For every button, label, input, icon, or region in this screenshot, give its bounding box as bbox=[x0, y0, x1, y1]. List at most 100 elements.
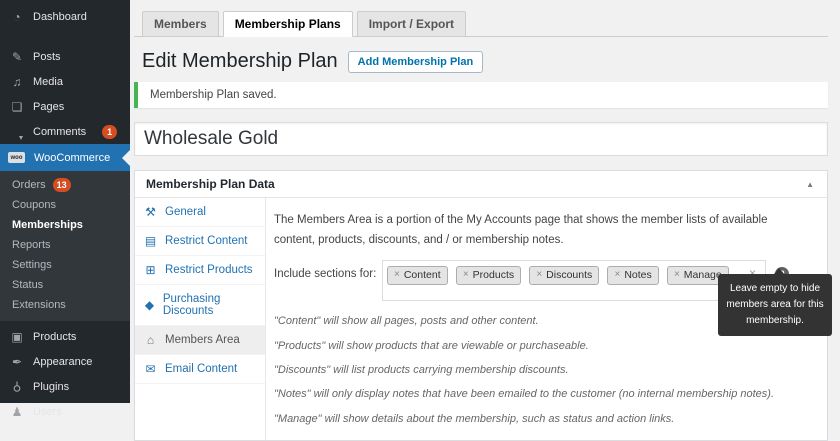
tab-general[interactable]: General bbox=[135, 198, 265, 227]
remove-tag-icon[interactable]: × bbox=[614, 270, 620, 280]
tag-label: Discounts bbox=[546, 269, 592, 281]
sidebar-item-label: Pages bbox=[33, 101, 64, 113]
wrench-icon bbox=[144, 206, 157, 218]
media-icon bbox=[10, 76, 24, 88]
woocommerce-icon bbox=[8, 152, 25, 163]
comments-count-badge: 1 bbox=[102, 125, 117, 139]
plugin-nav-tabs: Members Membership Plans Import / Export bbox=[134, 8, 828, 37]
submenu-item-label: Reports bbox=[12, 239, 51, 251]
sidebar-item-pages[interactable]: Pages bbox=[0, 94, 130, 119]
remove-tag-icon[interactable]: × bbox=[463, 270, 469, 280]
admin-content: Members Membership Plans Import / Export… bbox=[130, 0, 840, 403]
collapse-toggle-icon[interactable] bbox=[804, 180, 816, 189]
include-sections-label: Include sections for: bbox=[274, 260, 382, 280]
tab-restrict-content[interactable]: Restrict Content bbox=[135, 227, 265, 256]
sections-multiselect[interactable]: × Content × Products × Discounts × bbox=[382, 260, 766, 301]
page-title: Edit Membership Plan bbox=[142, 50, 338, 73]
person-icon bbox=[10, 406, 24, 418]
sidebar-item-woocommerce[interactable]: WooCommerce bbox=[0, 144, 130, 171]
pages-icon bbox=[10, 101, 24, 113]
submenu-item-orders[interactable]: Orders 13 bbox=[0, 175, 130, 195]
submenu-item-settings[interactable]: Settings bbox=[0, 255, 130, 275]
sidebar-item-label: Comments bbox=[33, 126, 86, 138]
tab-restrict-products[interactable]: Restrict Products bbox=[135, 256, 265, 285]
metabox-body: General Restrict Content Restrict Produc… bbox=[135, 198, 827, 440]
tab-label: Restrict Content bbox=[165, 235, 247, 247]
tab-members[interactable]: Members bbox=[142, 11, 219, 37]
submenu-item-extensions[interactable]: Extensions bbox=[0, 295, 130, 315]
submenu-item-label: Status bbox=[12, 279, 43, 291]
section-tag-notes[interactable]: × Notes bbox=[607, 266, 658, 285]
sidebar-item-label: Appearance bbox=[33, 356, 92, 368]
tab-members-area[interactable]: Members Area bbox=[135, 326, 265, 355]
sidebar-item-label: WooCommerce bbox=[34, 152, 110, 164]
help-tooltip: Leave empty to hide members area for thi… bbox=[718, 274, 832, 336]
plan-title-input[interactable] bbox=[134, 122, 828, 156]
add-membership-plan-button[interactable]: Add Membership Plan bbox=[348, 51, 484, 73]
submenu-item-label: Memberships bbox=[12, 219, 83, 231]
remove-tag-icon[interactable]: × bbox=[536, 270, 542, 280]
tag-label: Notes bbox=[624, 269, 651, 281]
tab-label: Members Area bbox=[165, 334, 240, 346]
success-notice: Membership Plan saved. bbox=[134, 82, 828, 108]
submenu-item-label: Extensions bbox=[12, 299, 66, 311]
sidebar-item-comments[interactable]: Comments 1 bbox=[0, 119, 130, 144]
notice-text: Membership Plan saved. bbox=[150, 89, 277, 101]
tag-label: Products bbox=[473, 269, 514, 281]
sidebar-item-posts[interactable]: Posts bbox=[0, 44, 130, 69]
brush-icon bbox=[10, 356, 24, 368]
section-tag-content[interactable]: × Content bbox=[387, 266, 448, 285]
tag-label: Content bbox=[404, 269, 441, 281]
sidebar-item-dashboard[interactable]: Dashboard bbox=[0, 4, 130, 29]
sidebar-item-label: Media bbox=[33, 76, 63, 88]
submenu-item-memberships[interactable]: Memberships bbox=[0, 215, 130, 235]
section-tag-products[interactable]: × Products bbox=[456, 266, 521, 285]
cart-icon bbox=[144, 264, 157, 276]
submenu-item-label: Orders bbox=[12, 179, 46, 191]
tag-icon bbox=[144, 299, 155, 311]
remove-tag-icon[interactable]: × bbox=[394, 270, 400, 280]
sidebar-item-label: Products bbox=[33, 331, 76, 343]
email-icon bbox=[144, 363, 157, 375]
comment-bubble-icon bbox=[10, 126, 24, 138]
sidebar-item-label: Dashboard bbox=[33, 11, 87, 23]
tab-membership-plans[interactable]: Membership Plans bbox=[223, 11, 353, 37]
orders-count-badge: 13 bbox=[53, 178, 71, 192]
tab-label: Email Content bbox=[165, 363, 237, 375]
admin-sidebar: Dashboard Posts Media Pages Comments 1 W… bbox=[0, 0, 130, 403]
package-icon bbox=[10, 331, 24, 343]
metabox-header: Membership Plan Data bbox=[135, 171, 827, 198]
tab-import-export[interactable]: Import / Export bbox=[357, 11, 466, 37]
remove-tag-icon[interactable]: × bbox=[674, 270, 680, 280]
tab-purchasing-discounts[interactable]: Purchasing Discounts bbox=[135, 285, 265, 326]
submenu-item-status[interactable]: Status bbox=[0, 275, 130, 295]
tab-label: General bbox=[165, 206, 206, 218]
members-area-description: The Members Area is a portion of the My … bbox=[274, 210, 779, 250]
sidebar-item-media[interactable]: Media bbox=[0, 69, 130, 94]
sidebar-item-label: Posts bbox=[33, 51, 61, 63]
dashboard-icon bbox=[10, 11, 24, 23]
page-header: Edit Membership Plan Add Membership Plan bbox=[142, 50, 828, 73]
tag-label: Manage bbox=[684, 269, 722, 281]
submenu-item-label: Settings bbox=[12, 259, 52, 271]
menu-separator bbox=[0, 29, 130, 44]
sidebar-item-plugins[interactable]: Plugins bbox=[0, 374, 130, 399]
plug-icon bbox=[10, 381, 24, 393]
submenu-item-label: Coupons bbox=[12, 199, 56, 211]
sidebar-item-label: Plugins bbox=[33, 381, 69, 393]
tab-email-content[interactable]: Email Content bbox=[135, 355, 265, 384]
hint-notes: "Notes" will only display notes that hav… bbox=[274, 387, 815, 402]
pin-icon bbox=[10, 51, 24, 63]
hint-manage: "Manage" will show details about the mem… bbox=[274, 412, 815, 427]
sidebar-item-appearance[interactable]: Appearance bbox=[0, 349, 130, 374]
woocommerce-submenu: Orders 13 Coupons Memberships Reports Se… bbox=[0, 171, 130, 321]
hint-discounts: "Discounts" will list products carrying … bbox=[274, 363, 815, 378]
section-tag-discounts[interactable]: × Discounts bbox=[529, 266, 599, 285]
sidebar-item-products[interactable]: Products bbox=[0, 324, 130, 349]
tab-label: Purchasing Discounts bbox=[163, 293, 256, 317]
tab-label: Restrict Products bbox=[165, 264, 253, 276]
membership-plan-data-metabox: Membership Plan Data General Restrict Co… bbox=[134, 170, 828, 441]
submenu-item-reports[interactable]: Reports bbox=[0, 235, 130, 255]
hint-products: "Products" will show products that are v… bbox=[274, 339, 815, 354]
submenu-item-coupons[interactable]: Coupons bbox=[0, 195, 130, 215]
